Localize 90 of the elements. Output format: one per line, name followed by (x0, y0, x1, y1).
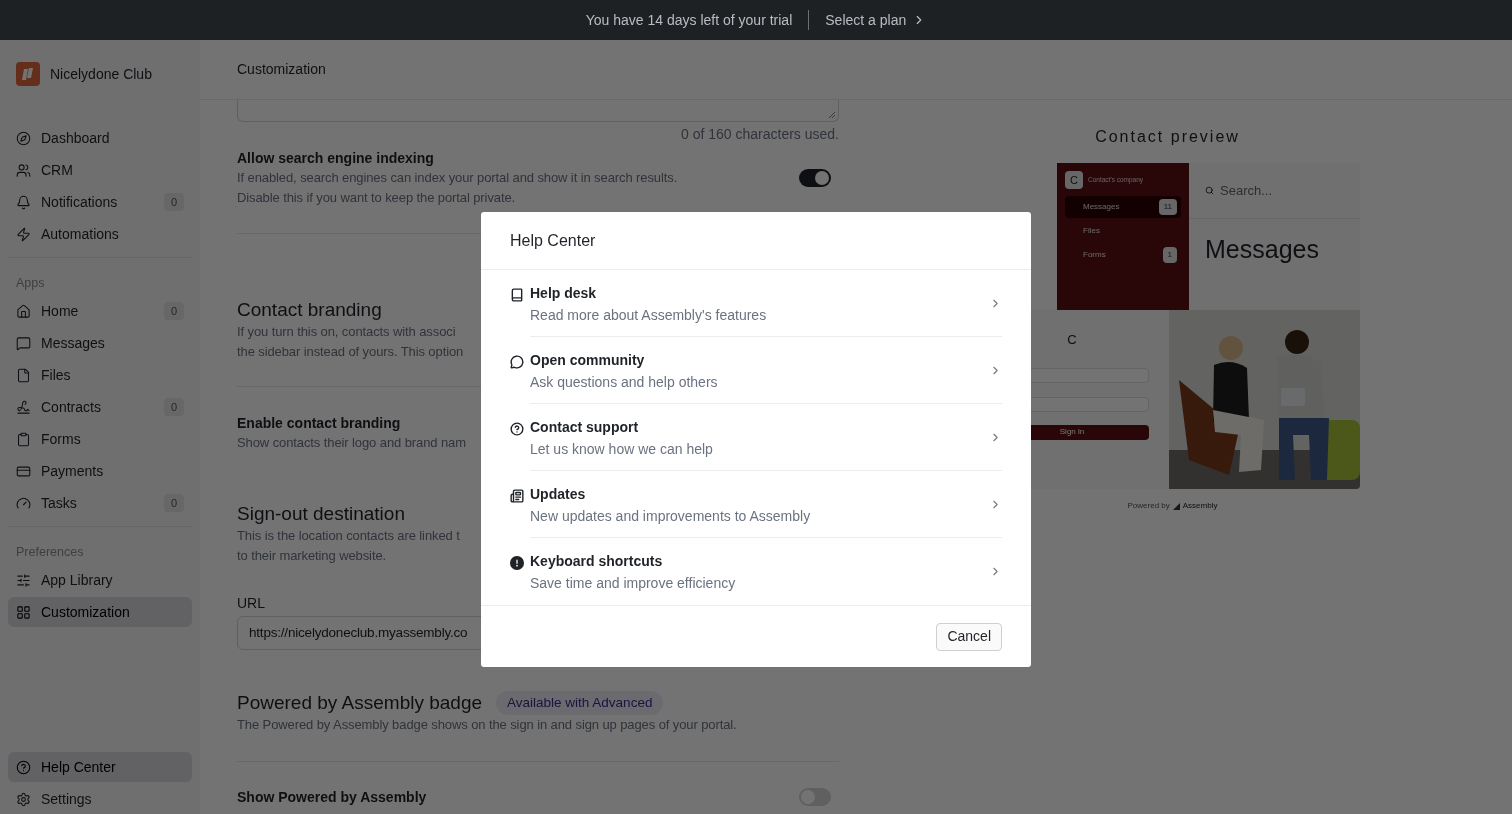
help-menu-item[interactable]: Open community Ask questions and help others (481, 337, 1031, 404)
section-heading: Powered by Assembly badge (237, 691, 483, 715)
brand-logo-icon (1172, 502, 1180, 510)
sidebar-item[interactable]: Files (8, 360, 192, 390)
help-icon (16, 759, 31, 775)
logo-icon (16, 62, 40, 86)
character-count: 0 of 160 characters used. (680, 125, 839, 144)
sidebar-item[interactable]: Customization (8, 597, 192, 627)
description-text: This is the location contacts are linked t (237, 527, 460, 545)
description-text: the sidebar instead of yours. This option (237, 343, 464, 361)
count-badge: 0 (163, 398, 184, 416)
brand-name: Assembly (1182, 500, 1218, 512)
item-title: Updates (530, 484, 587, 504)
users-icon (16, 162, 31, 178)
powered-by-text: Powered by (1127, 500, 1170, 512)
item-title: Contact support (530, 417, 640, 437)
item-subtitle: Read more about Assembly's features (530, 305, 768, 325)
toggle-switch[interactable] (799, 169, 831, 187)
item-title: Help desk (530, 283, 598, 303)
description-text: Disable this if you want to keep the portal private. (237, 189, 516, 207)
gauge-icon (16, 495, 31, 511)
plan-badge: Available with Advanced (496, 691, 664, 715)
item-subtitle: Ask questions and help others (530, 372, 719, 392)
sidebar-item[interactable]: App Library (8, 565, 192, 595)
sliders-icon (16, 572, 31, 588)
compass-icon (16, 130, 31, 146)
item-subtitle: New updates and improvements to Assembly (530, 506, 812, 526)
description-text: The Powered by Assembly badge shows on the sign in and sign up pages of your portal. (237, 716, 737, 734)
document-icon (16, 367, 31, 383)
description-text: If enabled, search engines can index your portal and show it in search results. (237, 169, 678, 187)
sidebar-item[interactable]: Contracts 0 (8, 392, 192, 422)
sidebar-item[interactable]: Notifications 0 (8, 187, 192, 217)
section-heading: Contact branding (237, 298, 382, 322)
count-badge: 0 (163, 302, 184, 320)
help-icon (510, 422, 524, 436)
section-heading: Sign-out destination (237, 502, 405, 526)
sidebar-item[interactable]: Automations (8, 219, 192, 249)
sidebar-item[interactable]: Help Center (8, 752, 192, 782)
sidebar-item[interactable]: Home 0 (8, 296, 192, 326)
description-text: to their marketing website. (237, 547, 387, 565)
count-badge: 11 (1158, 199, 1177, 215)
preview-heading: Messages (1204, 234, 1320, 265)
trial-message: You have 14 days left of your trial (585, 10, 793, 30)
speech-bubble-icon (510, 355, 524, 369)
bell-icon (16, 194, 31, 210)
newspaper-icon (510, 489, 524, 503)
signin-logo: C (1067, 331, 1077, 349)
workspace-name: Nicelydone Club (50, 64, 152, 84)
field-label: URL (237, 594, 266, 613)
company-avatar: C (1065, 171, 1083, 189)
book-icon (510, 288, 524, 302)
item-title: Keyboard shortcuts (530, 552, 664, 571)
setting-title: Allow search engine indexing (237, 149, 434, 168)
description-text: Show contacts their logo and brand nam (237, 434, 466, 452)
dialog-title: Help Center (510, 230, 596, 251)
grid-icon (16, 604, 31, 620)
preview-title: Contact preview (1094, 127, 1241, 147)
setting-title: Show Powered by Assembly (237, 788, 427, 807)
house-icon (16, 303, 31, 319)
credit-card-icon (16, 463, 31, 479)
sidebar-item[interactable]: Forms (8, 424, 192, 454)
sidebar-item[interactable]: Dashboard (8, 123, 192, 153)
count-badge: 1 (1162, 247, 1177, 263)
sidebar-item[interactable]: Settings (8, 784, 192, 814)
signature-icon (16, 399, 31, 415)
search-icon (1205, 186, 1214, 195)
item-title: Open community (530, 350, 646, 370)
item-subtitle: Let us know how we can help (530, 439, 714, 459)
help-menu-item[interactable]: Help desk Read more about Assembly's features (481, 270, 1031, 337)
sidebar-item[interactable]: CRM (8, 155, 192, 185)
count-badge: 0 (163, 193, 184, 211)
speech-bubble-icon (16, 335, 31, 351)
sidebar-item[interactable]: Messages (8, 328, 192, 358)
sidebar-item[interactable]: Tasks 0 (8, 488, 192, 518)
count-badge: 0 (163, 494, 184, 512)
help-menu-item[interactable]: Updates New updates and improvements to Assembly (481, 471, 1031, 538)
clipboard-icon (16, 431, 31, 447)
sidebar-item[interactable]: Payments (8, 456, 192, 486)
description-text: If you turn this on, contacts with associ (237, 323, 456, 341)
resize-grip-icon (828, 111, 836, 119)
exclamation-icon (510, 556, 524, 570)
lightning-icon (16, 226, 31, 242)
text-area[interactable] (237, 100, 839, 122)
item-subtitle: Save time and improve efficiency (530, 574, 737, 593)
setting-title: Enable contact branding (237, 414, 401, 433)
page-title: Customization (237, 60, 326, 79)
settings-icon (16, 791, 31, 807)
select-plan-link[interactable]: Select a plan (825, 9, 927, 31)
help-menu-item[interactable]: Keyboard shortcuts Save time and improve efficiency (481, 538, 1031, 605)
cancel-button[interactable]: Cancel (936, 622, 1002, 651)
